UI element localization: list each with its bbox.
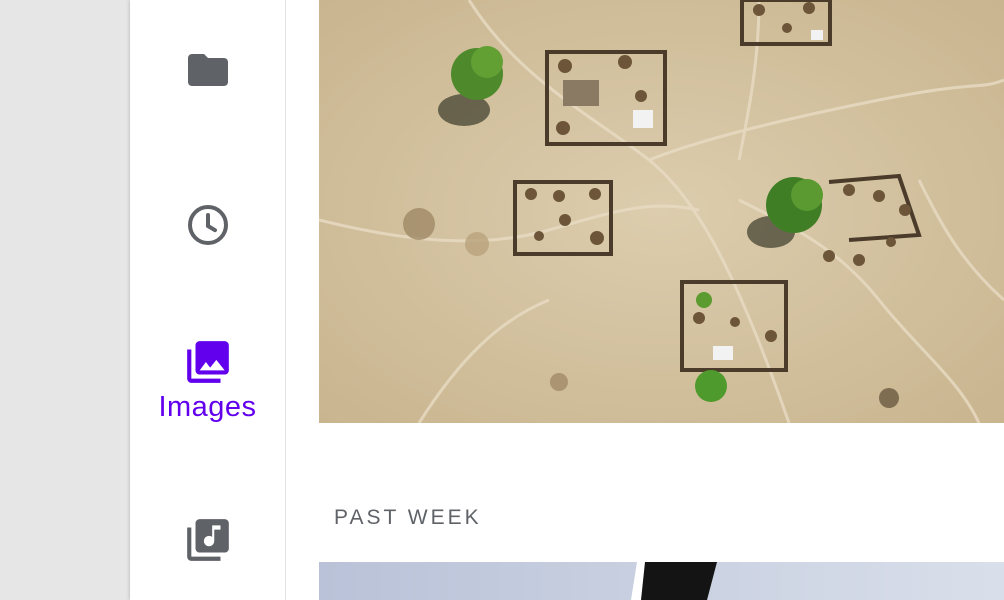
window-backdrop: Images PAST WEEK	[0, 0, 1004, 600]
nav-item-files[interactable]	[130, 30, 285, 110]
nav-item-images[interactable]: Images	[130, 330, 285, 430]
files-app: Images PAST WEEK	[130, 0, 1004, 600]
nav-item-audio[interactable]	[130, 505, 285, 575]
past-week-photo	[319, 562, 1004, 600]
image-thumbnail-aerial-village[interactable]	[319, 0, 1004, 423]
folder-icon	[184, 46, 232, 94]
aerial-village-photo	[319, 0, 1004, 423]
nav-item-recent[interactable]	[130, 185, 285, 265]
section-header-past-week: PAST WEEK	[334, 506, 482, 529]
music-library-icon	[183, 515, 233, 565]
image-thumbnail-past-week[interactable]	[319, 562, 1004, 600]
image-library-icon	[183, 337, 233, 387]
nav-item-images-label: Images	[158, 390, 257, 423]
clock-icon	[184, 201, 232, 249]
image-gallery: PAST WEEK	[286, 0, 1004, 600]
navigation-rail: Images	[130, 0, 286, 600]
